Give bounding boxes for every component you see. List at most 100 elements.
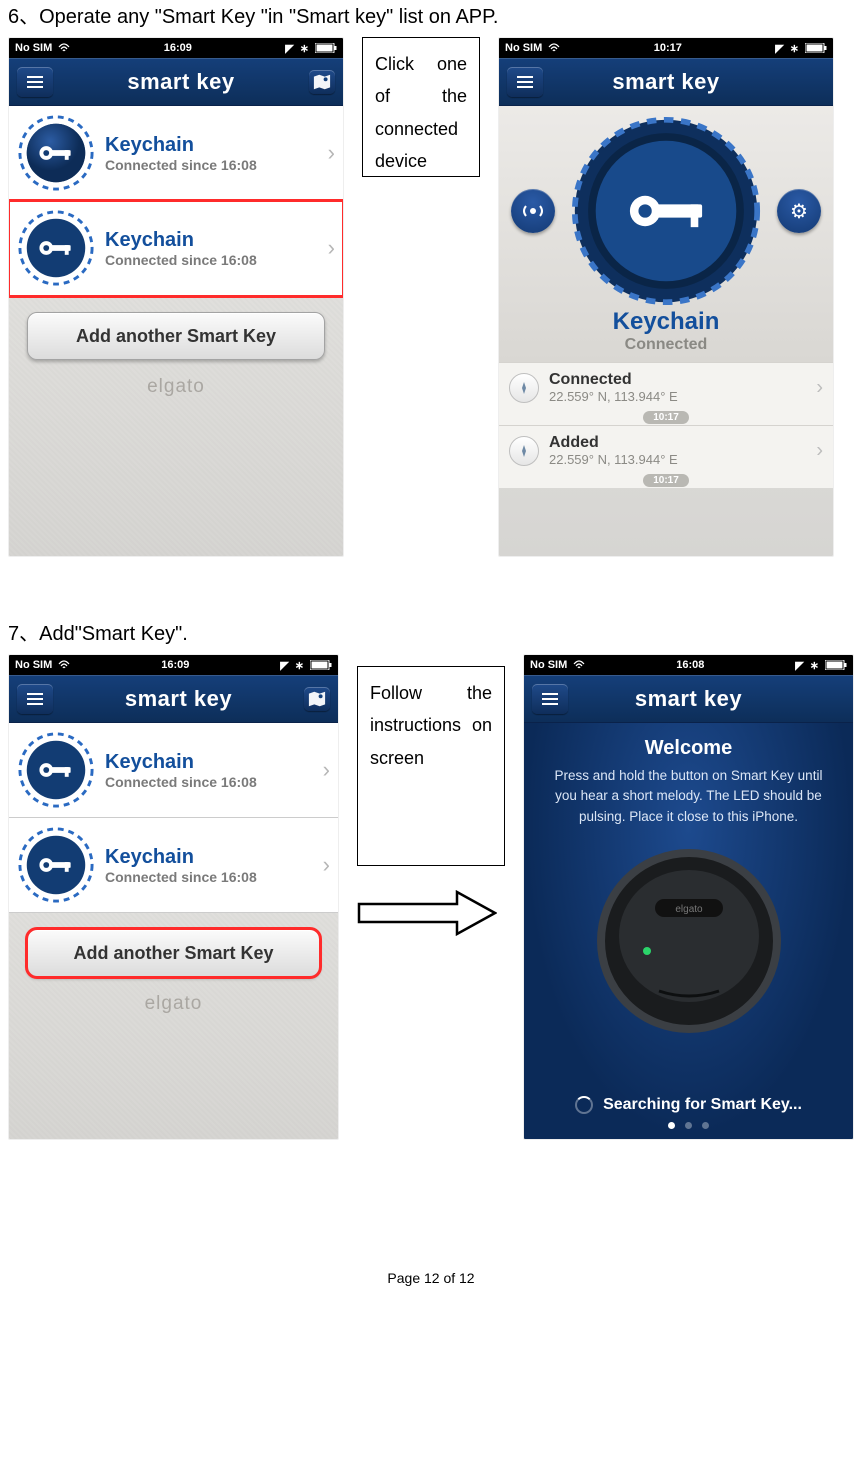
ping-button[interactable] [511,189,555,233]
history-sub: 22.559° N, 113.944° E [549,389,678,404]
device-sub: Connected since 16:08 [105,869,257,885]
brand-footer: elgato [9,993,338,1025]
step6-heading: 6、Operate any "Smart Key "in "Smart key"… [0,0,862,35]
location-icon: ◤ [285,42,293,55]
wifi-icon [58,660,70,670]
carrier-text: No SIM [15,659,52,671]
callout-follow-instructions: Follow the instructions on screen [357,666,505,866]
history-row[interactable]: Connected 22.559° N, 113.944° E › [499,362,833,412]
searching-text: Searching for Smart Key... [603,1096,802,1114]
device-sub: Connected since 16:08 [105,252,257,268]
clock-text: 16:09 [164,42,192,54]
clock-text: 16:08 [676,659,704,671]
key-capsule-icon [17,731,95,809]
chevron-right-icon: › [323,852,330,878]
map-button[interactable] [304,687,330,711]
location-icon: ◤ [795,659,803,672]
menu-button[interactable] [532,684,568,714]
status-bar: No SIM 16:09 ◤ ∗ [9,38,343,58]
history-title: Connected [549,371,678,389]
hamburger-icon [27,76,43,88]
welcome-body: Press and hold the button on Smart Key u… [542,766,835,827]
status-bar: No SIM 10:17 ◤ ∗ [499,38,833,58]
wifi-icon [573,660,585,670]
device-title: Keychain [105,134,257,157]
menu-button[interactable] [17,67,53,97]
device-title: Keychain [105,751,257,774]
chevron-right-icon: › [323,757,330,783]
hamburger-icon [542,693,558,705]
history-list: Connected 22.559° N, 113.944° E › 10:17 … [499,362,833,488]
wifi-icon [548,43,560,53]
menu-button[interactable] [507,67,543,97]
arrow-right [357,890,497,941]
map-icon [308,690,326,708]
device-row[interactable]: Keychain Connected since 16:08 › [9,818,338,913]
location-icon: ◤ [775,42,783,55]
key-capsule-icon [17,114,95,192]
screenshot-1-list: No SIM 16:09 ◤ ∗ smart key [8,37,344,557]
bluetooth-icon: ∗ [810,659,819,672]
navbar-title: smart key [612,69,719,95]
chevron-right-icon: › [816,376,823,399]
compass-icon [517,381,531,395]
add-smartkey-button-highlighted[interactable]: Add another Smart Key [27,929,320,977]
detail-device-status: Connected [625,336,708,354]
svg-text:elgato: elgato [675,904,703,915]
screenshot-3-list: No SIM 16:09 ◤ ∗ smart key [8,654,339,1140]
app-navbar: smart key [524,675,853,723]
history-sub: 22.559° N, 113.944° E [549,452,678,467]
key-capsule-icon [17,209,95,287]
bluetooth-icon: ∗ [295,659,304,672]
page-dots [668,1122,709,1129]
status-bar: No SIM 16:08 ◤ ∗ [524,655,853,675]
app-navbar: smart key [9,58,343,106]
device-illustration: elgato [589,841,789,1041]
clock-text: 16:09 [161,659,189,671]
list-content: Keychain Connected since 16:08 › Keychai… [9,106,343,556]
screenshot-4-welcome: No SIM 16:08 ◤ ∗ smart key Welcome [523,654,854,1140]
add-smartkey-button[interactable]: Add another Smart Key [27,312,325,360]
wifi-icon [58,43,70,53]
carrier-text: No SIM [530,659,567,671]
history-row[interactable]: Added 22.559° N, 113.944° E › [499,425,833,475]
bluetooth-icon: ∗ [790,42,799,55]
history-time: 10:17 [643,474,689,487]
gear-icon: ⚙ [790,199,808,224]
clock-text: 10:17 [654,42,682,54]
carrier-text: No SIM [15,42,52,54]
menu-button[interactable] [17,684,53,714]
map-icon [313,73,331,91]
detail-content: ⚙ Keychain Connected Connected 22.559° N… [499,106,833,556]
device-row[interactable]: Keychain Connected since 16:08 › [9,106,343,201]
settings-button[interactable]: ⚙ [777,189,821,233]
navbar-title: smart key [125,686,232,712]
step7-heading: 7、Add"Smart Key". [0,617,862,652]
app-navbar: smart key [499,58,833,106]
chevron-right-icon: › [328,235,335,261]
page-footer: Page 12 of 12 [0,1140,862,1286]
device-row-highlighted[interactable]: Keychain Connected since 16:08 › [9,201,343,296]
device-sub: Connected since 16:08 [105,774,257,790]
compass-icon [517,444,531,458]
chevron-right-icon: › [816,439,823,462]
battery-icon [825,660,847,670]
device-title: Keychain [105,229,257,252]
device-row[interactable]: Keychain Connected since 16:08 › [9,723,338,818]
hamburger-icon [27,693,43,705]
hamburger-icon [517,76,533,88]
battery-icon [805,43,827,53]
battery-icon [310,660,332,670]
brand-footer: elgato [9,376,343,408]
app-navbar: smart key [9,675,338,723]
callout-click-device: Click one of the connected device [362,37,480,177]
broadcast-icon [522,200,544,222]
carrier-text: No SIM [505,42,542,54]
key-capsule-icon [17,826,95,904]
map-button[interactable] [309,70,335,94]
detail-device-name: Keychain [613,308,720,336]
location-icon: ◤ [280,659,288,672]
chevron-right-icon: › [328,140,335,166]
device-title: Keychain [105,846,257,869]
history-title: Added [549,434,678,452]
